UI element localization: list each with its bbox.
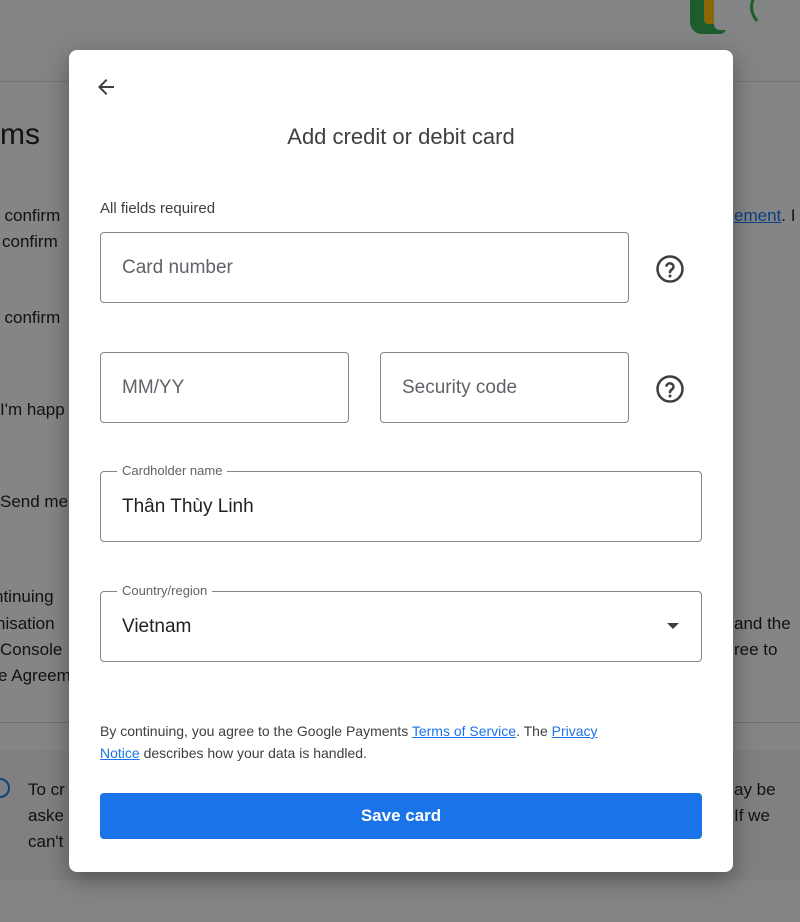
expiry-placeholder: MM/YY bbox=[122, 377, 185, 398]
country-select[interactable]: Country/region Vietnam bbox=[100, 582, 702, 662]
add-card-dialog: Add credit or debit card All fields requ… bbox=[69, 50, 733, 872]
privacy-notice-link[interactable]: Notice bbox=[100, 745, 140, 761]
card-number-input[interactable]: Card number bbox=[100, 232, 629, 303]
card-number-placeholder: Card number bbox=[122, 257, 233, 278]
save-card-button[interactable]: Save card bbox=[100, 793, 702, 839]
arrow-left-icon bbox=[98, 79, 114, 95]
cardholder-name-input[interactable]: Cardholder name Thân Thùy Linh bbox=[100, 462, 702, 542]
privacy-notice-link[interactable]: Privacy bbox=[552, 723, 598, 739]
caret-down-icon bbox=[667, 623, 679, 629]
back-button[interactable] bbox=[91, 72, 121, 102]
dialog-title: Add credit or debit card bbox=[287, 124, 515, 149]
help-circle-icon[interactable] bbox=[655, 254, 685, 284]
help-circle-icon[interactable] bbox=[655, 374, 685, 404]
security-code-input[interactable]: Security code bbox=[380, 352, 629, 423]
legal-notice: By continuing, you agree to the Google P… bbox=[100, 723, 598, 761]
country-value: Vietnam bbox=[122, 616, 192, 637]
terms-of-service-link[interactable]: Terms of Service bbox=[412, 723, 516, 739]
expiry-input[interactable]: MM/YY bbox=[100, 352, 349, 423]
security-code-placeholder: Security code bbox=[402, 377, 518, 398]
cardholder-name-value: Thân Thùy Linh bbox=[122, 496, 254, 517]
required-note: All fields required bbox=[100, 200, 216, 217]
